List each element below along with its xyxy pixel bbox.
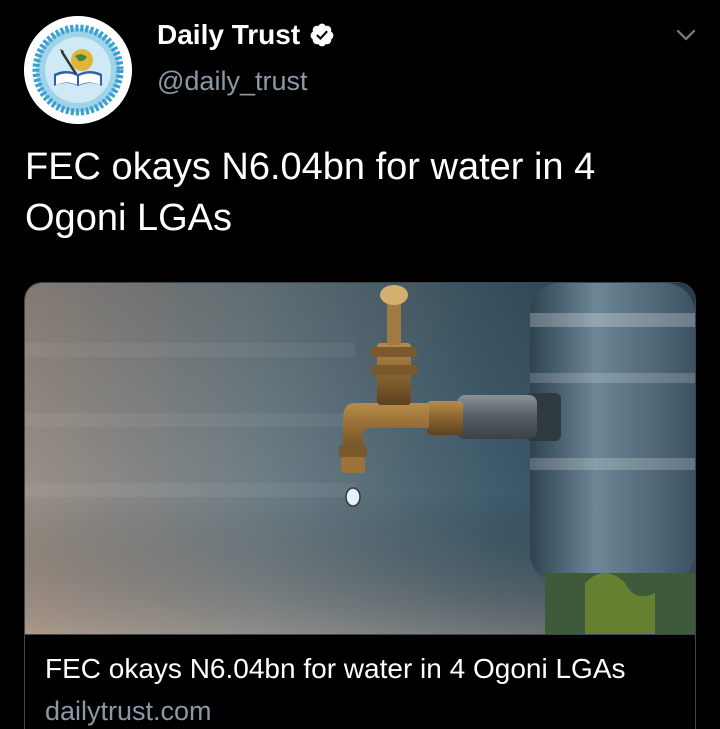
chevron-down-icon[interactable] — [671, 20, 701, 50]
tweet-text: FEC okays N6.04bn for water in 4 Ogoni L… — [25, 146, 596, 239]
card-image[interactable] — [25, 283, 695, 634]
verified-badge-icon — [309, 22, 335, 48]
daily-trust-logo-icon — [24, 16, 132, 124]
author-name-row: Daily Trust — [157, 16, 335, 54]
author-handle[interactable]: @daily_trust — [157, 66, 307, 97]
card-divider — [25, 634, 695, 635]
author-display-name[interactable]: Daily Trust — [157, 19, 300, 51]
card-title[interactable]: FEC okays N6.04bn for water in 4 Ogoni L… — [45, 653, 626, 685]
link-card[interactable]: FEC okays N6.04bn for water in 4 Ogoni L… — [24, 282, 696, 729]
author-avatar[interactable] — [24, 16, 132, 124]
tweet[interactable]: Daily Trust @daily_trust FEC okays N6.04… — [0, 0, 720, 729]
water-tap-photo — [25, 283, 695, 634]
card-domain[interactable]: dailytrust.com — [45, 696, 212, 727]
